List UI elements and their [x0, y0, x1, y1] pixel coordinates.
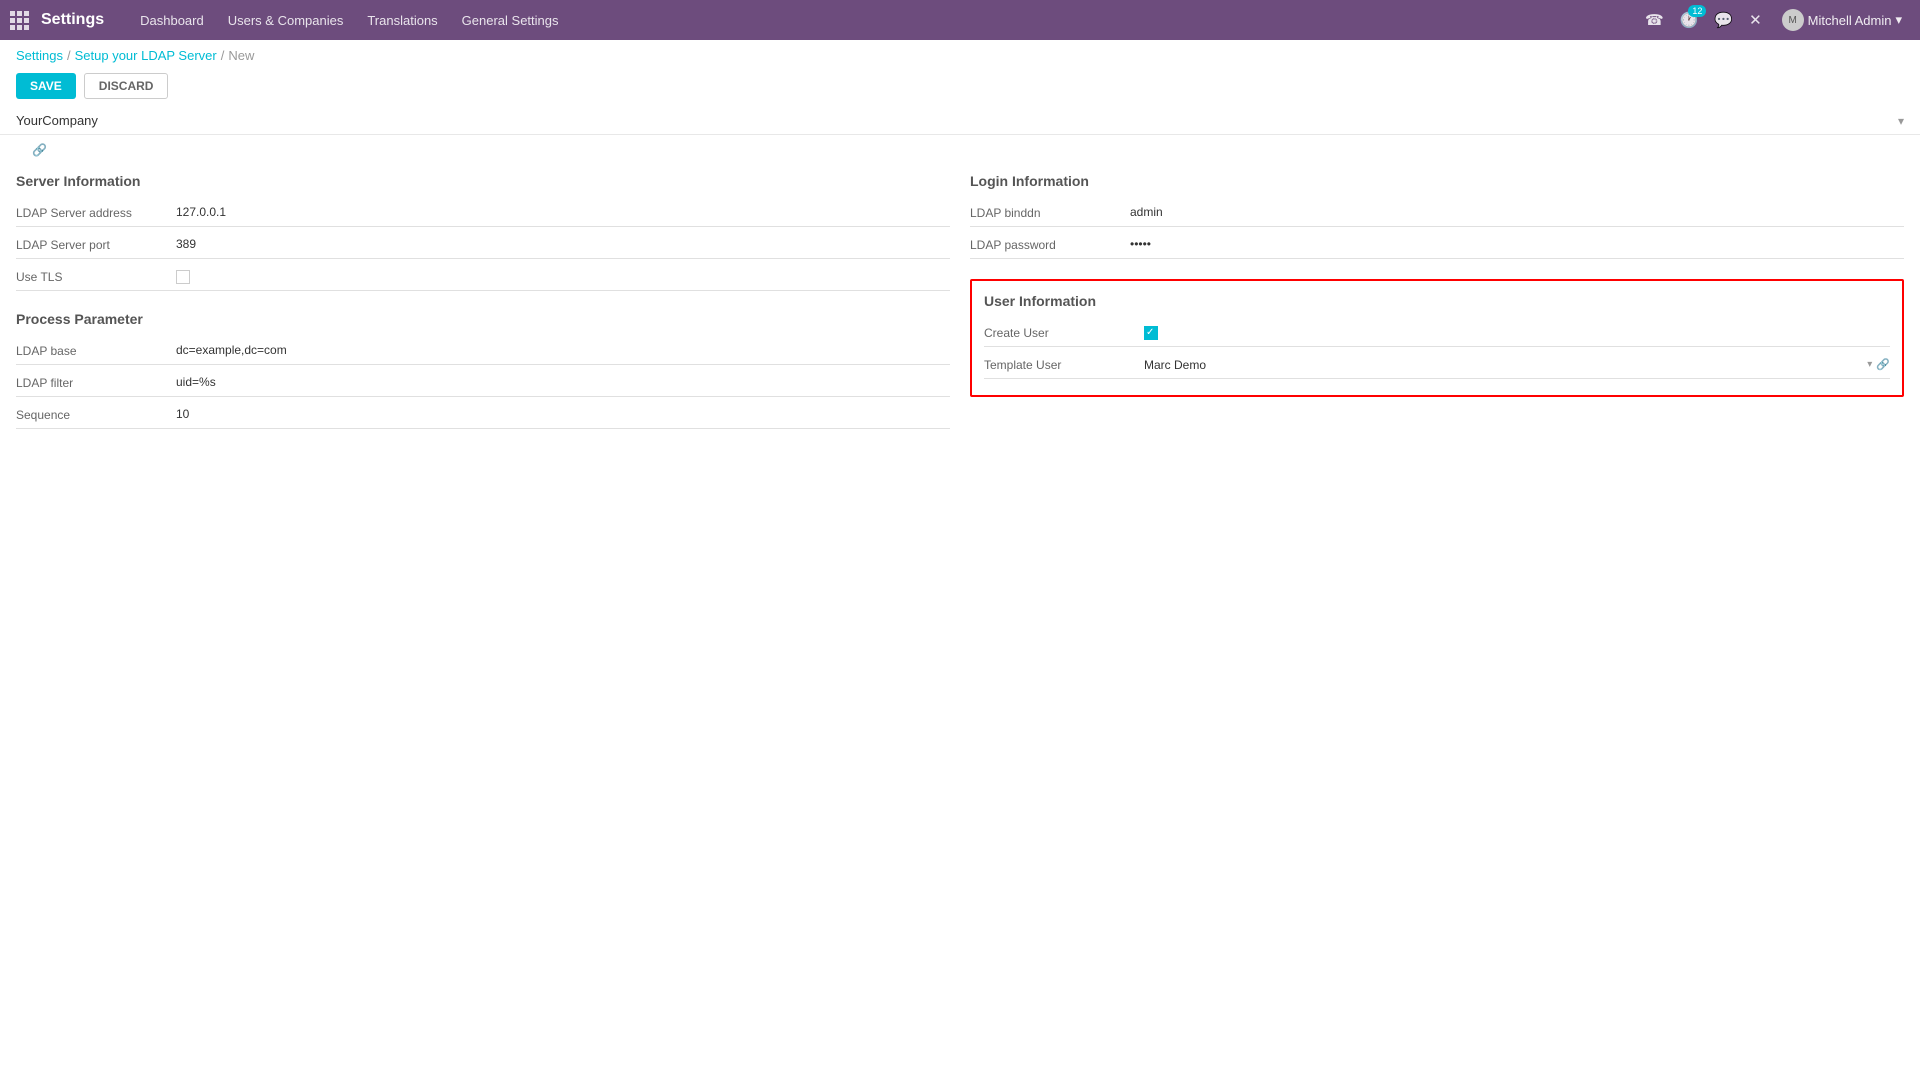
user-information-title: User Information: [984, 293, 1890, 309]
user-name: Mitchell Admin: [1808, 13, 1892, 28]
ldap-server-port-input[interactable]: [176, 235, 950, 254]
company-selector-row: YourCompany ▾: [0, 107, 1920, 135]
create-user-checkbox[interactable]: [1144, 326, 1158, 340]
user-information-box: User Information Create User Template Us…: [970, 279, 1904, 397]
server-information-section: Server Information LDAP Server address L…: [16, 173, 950, 291]
ldap-binddn-row: LDAP binddn: [970, 199, 1904, 227]
ldap-password-row: LDAP password: [970, 231, 1904, 259]
ldap-filter-row: LDAP filter: [16, 369, 950, 397]
clock-badge: 12: [1688, 5, 1706, 17]
ldap-filter-label: LDAP filter: [16, 376, 176, 390]
company-external-link[interactable]: 🔗: [16, 141, 63, 159]
server-information-title: Server Information: [16, 173, 950, 189]
breadcrumb-setup[interactable]: Setup your LDAP Server: [75, 48, 217, 63]
breadcrumb-settings[interactable]: Settings: [16, 48, 63, 63]
app-title: Settings: [41, 11, 104, 29]
save-button[interactable]: SAVE: [16, 73, 76, 99]
sequence-label: Sequence: [16, 408, 176, 422]
breadcrumb-sep1: /: [67, 48, 71, 63]
nav-users-companies[interactable]: Users & Companies: [218, 7, 354, 34]
process-parameter-section: Process Parameter LDAP base LDAP filter …: [16, 311, 950, 429]
breadcrumb: Settings / Setup your LDAP Server / New: [0, 40, 1920, 67]
template-user-external-icon[interactable]: 🔗: [1876, 358, 1890, 371]
template-user-label: Template User: [984, 358, 1144, 372]
use-tls-checkbox[interactable]: [176, 270, 190, 284]
login-information-title: Login Information: [970, 173, 1904, 189]
ldap-base-row: LDAP base: [16, 337, 950, 365]
ldap-binddn-input[interactable]: [1130, 203, 1904, 222]
ldap-server-address-row: LDAP Server address: [16, 199, 950, 227]
ldap-server-port-row: LDAP Server port: [16, 231, 950, 259]
use-tls-row: Use TLS: [16, 263, 950, 291]
nav-menu: Dashboard Users & Companies Translations…: [130, 7, 568, 34]
close-icon[interactable]: ✕: [1745, 7, 1766, 33]
template-user-row: Template User Marc Demo ▾ 🔗: [984, 351, 1890, 379]
ldap-server-address-input[interactable]: [176, 203, 950, 222]
breadcrumb-sep2: /: [221, 48, 225, 63]
discard-button[interactable]: DISCARD: [84, 73, 169, 99]
process-parameter-title: Process Parameter: [16, 311, 950, 327]
ldap-base-label: LDAP base: [16, 344, 176, 358]
breadcrumb-current: New: [228, 48, 254, 63]
create-user-row: Create User: [984, 319, 1890, 347]
ldap-password-input[interactable]: [1130, 235, 1904, 254]
ldap-binddn-label: LDAP binddn: [970, 206, 1130, 220]
nav-general-settings[interactable]: General Settings: [452, 7, 569, 34]
create-user-label: Create User: [984, 326, 1144, 340]
avatar: M: [1782, 9, 1804, 31]
company-dropdown-icon[interactable]: ▾: [1898, 114, 1904, 128]
clock-icon[interactable]: 🕐 12: [1676, 7, 1703, 33]
user-dropdown-icon: ▾: [1895, 12, 1902, 28]
ldap-base-input[interactable]: [176, 341, 950, 360]
ldap-server-address-label: LDAP Server address: [16, 206, 176, 220]
sequence-row: Sequence: [16, 401, 950, 429]
sequence-input[interactable]: [176, 405, 950, 424]
chat-icon[interactable]: 💬: [1710, 7, 1737, 33]
main-content: Server Information LDAP Server address L…: [0, 161, 1920, 461]
company-name: YourCompany: [16, 113, 1898, 128]
action-bar: SAVE DISCARD: [0, 67, 1920, 107]
left-panel: Server Information LDAP Server address L…: [16, 173, 950, 449]
ldap-filter-input[interactable]: [176, 373, 950, 392]
phone-icon[interactable]: ☎: [1641, 7, 1668, 33]
template-user-value: Marc Demo: [1144, 358, 1863, 372]
right-panel: Login Information LDAP binddn LDAP passw…: [970, 173, 1904, 449]
login-information-section: Login Information LDAP binddn LDAP passw…: [970, 173, 1904, 259]
ldap-server-port-label: LDAP Server port: [16, 238, 176, 252]
app-grid-icon[interactable]: [10, 11, 29, 30]
use-tls-label: Use TLS: [16, 270, 176, 284]
topbar: Settings Dashboard Users & Companies Tra…: [0, 0, 1920, 40]
template-user-dropdown-icon[interactable]: ▾: [1867, 359, 1872, 370]
nav-translations[interactable]: Translations: [357, 7, 447, 34]
ldap-password-label: LDAP password: [970, 238, 1130, 252]
nav-dashboard[interactable]: Dashboard: [130, 7, 214, 34]
user-menu[interactable]: M Mitchell Admin ▾: [1774, 5, 1910, 35]
